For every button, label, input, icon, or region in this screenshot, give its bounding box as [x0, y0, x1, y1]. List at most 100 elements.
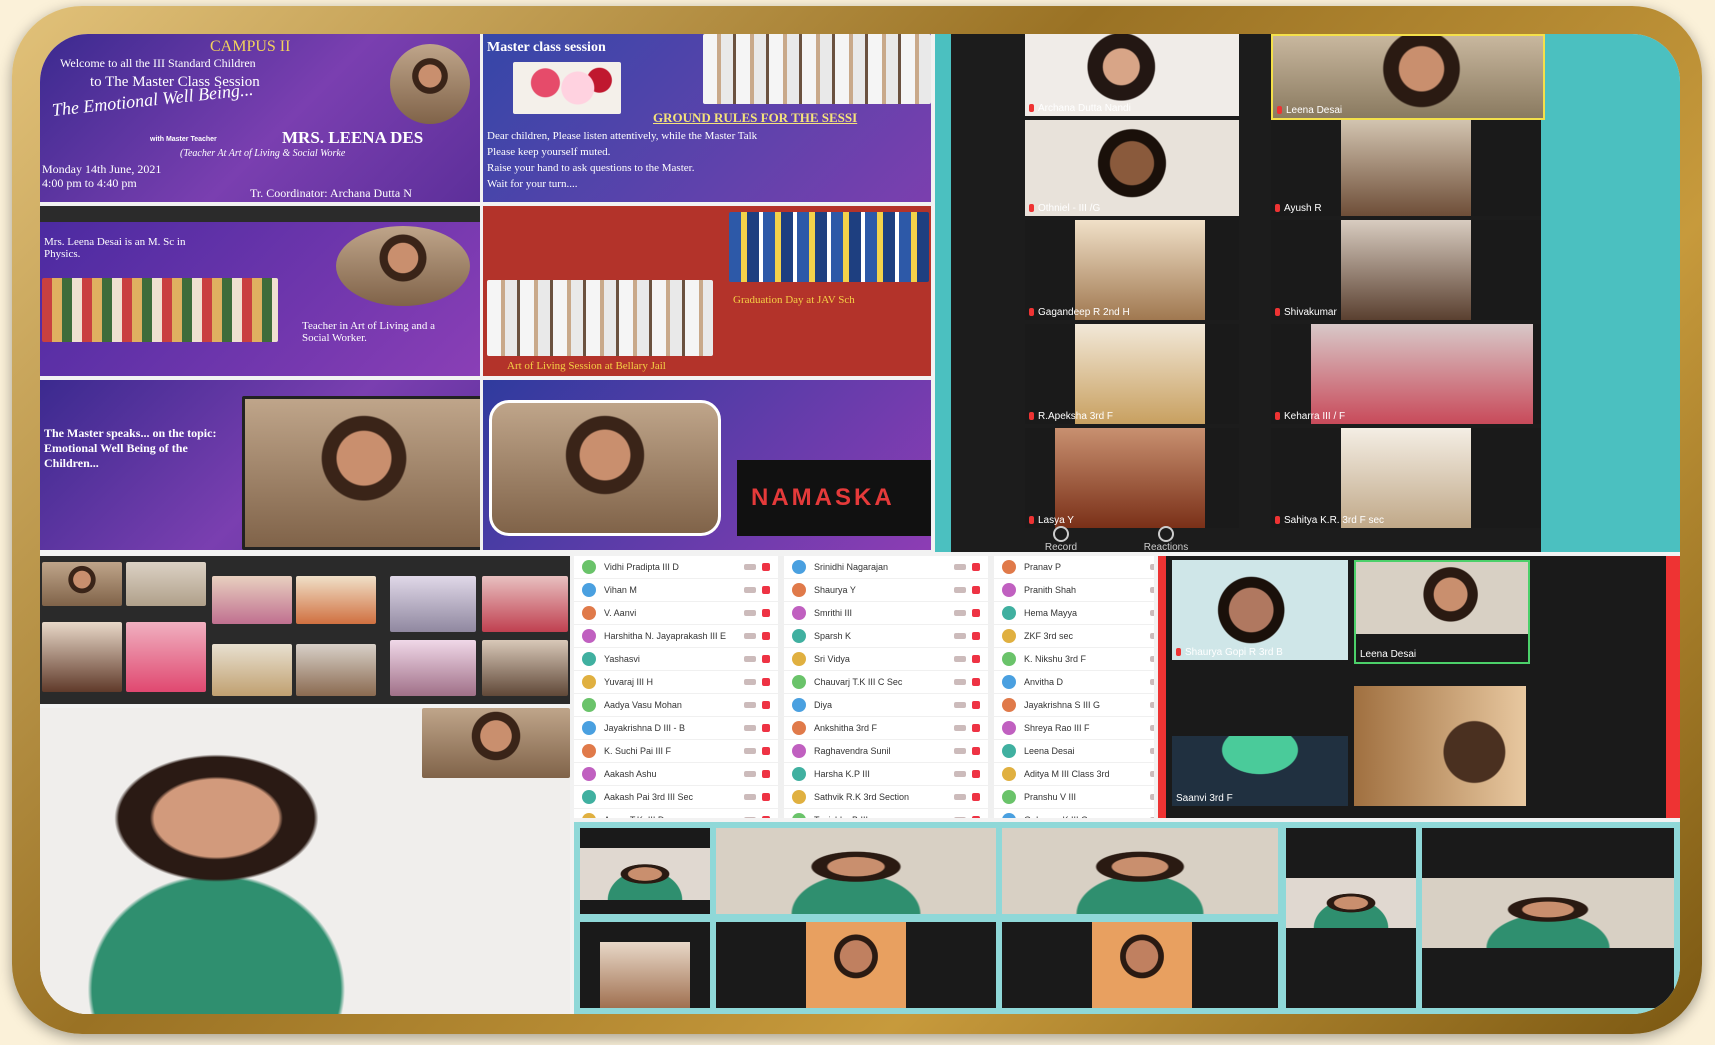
- teacher-circle-photo: [336, 226, 470, 306]
- participant-row[interactable]: Tanishka B III sec: [784, 809, 988, 818]
- bio-slide: Mrs. Leena Desai is an M. Sc in Physics.…: [40, 206, 480, 376]
- participant-tile[interactable]: Leena Desai: [1354, 560, 1530, 664]
- participant-tile[interactable]: [1002, 922, 1278, 1008]
- participant-row[interactable]: Aarav T.K. III D: [574, 809, 778, 818]
- avatar: [792, 606, 806, 620]
- participant-list-3: Pranav P Pranith Shah Hema Mayya ZKF 3rd se…: [994, 556, 1154, 818]
- avatar: [792, 767, 806, 781]
- speaker-strip: [574, 822, 1680, 1014]
- mic-muted-icon: [972, 816, 980, 818]
- participant-tile[interactable]: Shivakumar: [1271, 220, 1541, 320]
- participant-tile[interactable]: [716, 922, 996, 1008]
- participant-row[interactable]: Sparsh K: [784, 625, 988, 648]
- participant-row[interactable]: Diya: [784, 694, 988, 717]
- participant-row[interactable]: Harshitha N. Jayaprakash III E: [574, 625, 778, 648]
- participant-row[interactable]: Chauvarj T.K III C Sec: [784, 671, 988, 694]
- participant-tile[interactable]: Othniel - III /G: [1025, 120, 1239, 216]
- participant-row[interactable]: Leena Desai: [994, 740, 1154, 763]
- avatar: [582, 813, 596, 818]
- participant-row[interactable]: Anvitha D: [994, 671, 1154, 694]
- master-speaks-text: The Master speaks... on the topic: Emoti…: [44, 426, 217, 470]
- tile: [296, 576, 376, 624]
- avatar: [582, 790, 596, 804]
- participant-row[interactable]: Vihan M: [574, 579, 778, 602]
- participant-row[interactable]: Raghavendra Sunil: [784, 740, 988, 763]
- participant-name: Raghavendra Sunil: [814, 746, 891, 756]
- session-time: 4:00 pm to 4:40 pm: [42, 176, 137, 190]
- participant-list-2: Srinidhi Nagarajan Shaurya Y Smrithi III Sp…: [784, 556, 988, 818]
- participant-row[interactable]: Jayakrishna S III G: [994, 694, 1154, 717]
- rule-1: Dear children, Please listen attentively…: [487, 130, 758, 142]
- participant-row[interactable]: Harsha K.P III: [784, 763, 988, 786]
- participant-row[interactable]: Smrithi III: [784, 602, 988, 625]
- participant-row[interactable]: Yuvaraj III H: [574, 671, 778, 694]
- participant-tile[interactable]: [1422, 828, 1674, 1008]
- participant-tile[interactable]: [716, 828, 996, 914]
- participant-row[interactable]: V. Aanvi: [574, 602, 778, 625]
- participant-name: Harsha K.P III: [814, 769, 870, 779]
- participant-tile[interactable]: Ayush R: [1271, 120, 1541, 216]
- participant-name: Vidhi Pradipta III D: [604, 562, 679, 572]
- participant-tile[interactable]: Lasya Y: [1025, 428, 1239, 528]
- participant-name: ZKF 3rd sec: [1024, 631, 1074, 641]
- mic-muted-icon: [972, 724, 980, 732]
- avatar: [582, 583, 596, 597]
- namaskar-banner: NAMASKA: [737, 460, 931, 536]
- participant-name: Sri Vidya: [814, 654, 850, 664]
- avatar: [792, 698, 806, 712]
- video-off-icon: [1150, 817, 1154, 818]
- participant-name: Shaurya Y: [814, 585, 856, 595]
- participant-tile[interactable]: Sahitya K.R. 3rd F sec: [1271, 428, 1541, 528]
- participant-tile[interactable]: Leena Desai: [1271, 34, 1545, 120]
- participant-row[interactable]: Aakash Pai 3rd III Sec: [574, 786, 778, 809]
- participant-tile[interactable]: Shaurya Gopi R 3rd B: [1172, 560, 1348, 660]
- participant-row[interactable]: K. Nikshu 3rd F: [994, 648, 1154, 671]
- participant-row[interactable]: Ankshitha 3rd F: [784, 717, 988, 740]
- participant-row[interactable]: Yashasvi: [574, 648, 778, 671]
- participant-row[interactable]: Aadya Vasu Mohan: [574, 694, 778, 717]
- participant-row[interactable]: Pranshu V III: [994, 786, 1154, 809]
- participant-row[interactable]: Sri Vidya: [784, 648, 988, 671]
- participant-tile[interactable]: [1002, 828, 1278, 914]
- mic-muted-icon: [762, 724, 770, 732]
- video-off-icon: [1150, 748, 1154, 754]
- tile: [42, 622, 122, 692]
- participant-tile[interactable]: [580, 922, 710, 1008]
- participant-row[interactable]: Vidhi Pradipta III D: [574, 556, 778, 579]
- participant-tile[interactable]: [1354, 686, 1526, 806]
- participant-tile[interactable]: Archana Dutta Nandi: [1025, 34, 1239, 116]
- participant-name: Yashasvi: [604, 654, 640, 664]
- participant-name: Anvitha D: [1024, 677, 1064, 687]
- participant-row[interactable]: Shreya Rao III F: [994, 717, 1154, 740]
- participant-tile[interactable]: R.Apeksha 3rd F: [1025, 324, 1239, 424]
- video-off-icon: [744, 564, 756, 570]
- participant-tile[interactable]: [580, 828, 710, 914]
- participant-row[interactable]: Pranav P: [994, 556, 1154, 579]
- participant-tile[interactable]: Gagandeep R 2nd H: [1025, 220, 1239, 320]
- reactions-button[interactable]: Reactions: [1131, 526, 1201, 552]
- video-off-icon: [954, 794, 966, 800]
- video-off-icon: [744, 633, 756, 639]
- participant-row[interactable]: Jayakrishna D III - B: [574, 717, 778, 740]
- participant-row[interactable]: Aakash Ashu: [574, 763, 778, 786]
- participant-tile[interactable]: Saanvi 3rd F: [1172, 716, 1348, 806]
- video-off-icon: [744, 702, 756, 708]
- mic-muted-icon: [972, 563, 980, 571]
- participant-row[interactable]: Shaurya Y: [784, 579, 988, 602]
- participant-tile[interactable]: Keharra III / F: [1271, 324, 1541, 424]
- welcome-text: Welcome to all the III Standard Children: [60, 56, 256, 70]
- participant-row[interactable]: Aditya M III Class 3rd: [994, 763, 1154, 786]
- record-button[interactable]: Record: [1031, 526, 1091, 552]
- participant-row[interactable]: Sathvik R.K 3rd Section: [784, 786, 988, 809]
- participant-row[interactable]: Pranith Shah: [994, 579, 1154, 602]
- participant-row[interactable]: Hema Mayya: [994, 602, 1154, 625]
- master-class-header: Master class session: [487, 40, 606, 55]
- video-off-icon: [744, 656, 756, 662]
- participant-row[interactable]: G. Lasya K III C: [994, 809, 1154, 818]
- participant-row[interactable]: Srinidhi Nagarajan: [784, 556, 988, 579]
- participant-tile[interactable]: [1286, 828, 1416, 1008]
- participant-row[interactable]: K. Suchi Pai III F: [574, 740, 778, 763]
- participant-name: Harshitha N. Jayaprakash III E: [604, 631, 727, 641]
- participant-row[interactable]: ZKF 3rd sec: [994, 625, 1154, 648]
- avatar: [1002, 583, 1016, 597]
